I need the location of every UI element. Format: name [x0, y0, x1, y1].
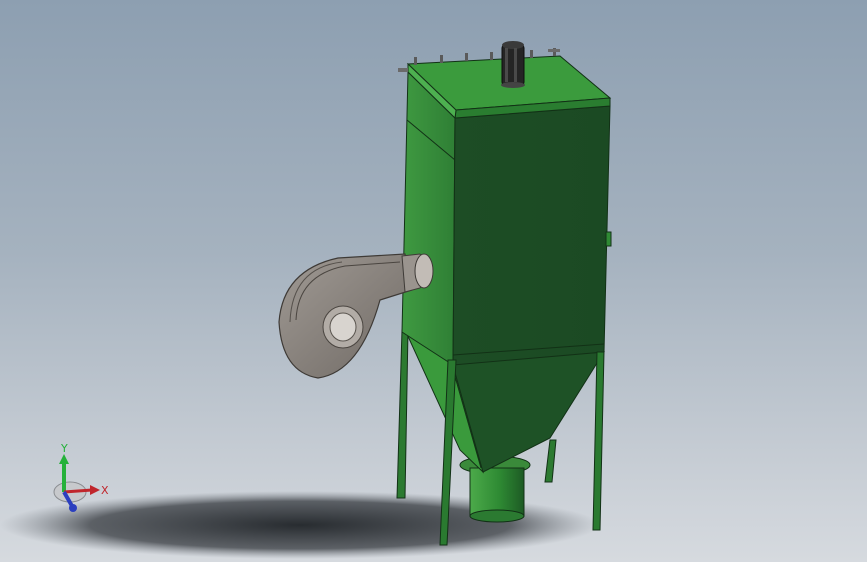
back-leg-right — [544, 439, 557, 483]
y-axis-arrow — [59, 454, 69, 464]
fan-inlet — [329, 312, 357, 342]
top-motor — [501, 41, 525, 88]
y-axis-label: Y — [60, 442, 68, 455]
x-axis-label: X — [101, 484, 109, 497]
front-leg-right — [592, 351, 605, 531]
x-axis-arrow — [90, 485, 100, 495]
view-orientation-triad[interactable]: Y X — [44, 440, 124, 520]
x-axis-line — [63, 488, 93, 494]
body-front — [452, 105, 611, 366]
outlet-pipe-bottom — [469, 509, 525, 523]
fan-outlet — [414, 253, 434, 289]
back-leg-left — [396, 329, 409, 499]
side-handle — [605, 231, 612, 247]
outlet-pipe — [469, 467, 525, 517]
z-axis-cap — [69, 504, 77, 512]
body-side — [401, 70, 456, 366]
graphics-viewport[interactable]: Y X — [0, 0, 867, 562]
dust-collector-model[interactable] — [0, 0, 867, 562]
